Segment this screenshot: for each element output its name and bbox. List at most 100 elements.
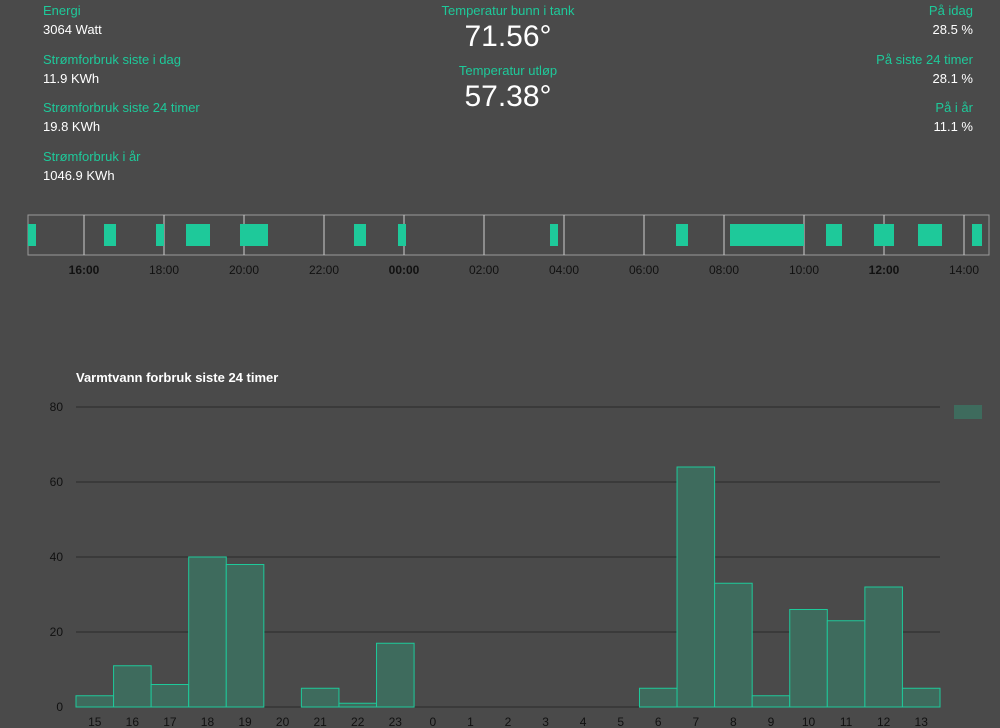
stat-label: På siste 24 timer (876, 51, 973, 67)
stat-value: 11.1 % (933, 119, 973, 134)
x-tick-label: 20 (276, 715, 290, 728)
x-tick-label: 9 (768, 715, 775, 728)
x-tick-label: 10 (802, 715, 816, 728)
stat-value: 11.9 KWh (43, 70, 100, 86)
x-tick-label: 21 (313, 715, 327, 728)
timeline-tick-label: 14:00 (949, 263, 979, 277)
heater-on-period (874, 224, 894, 246)
bar-15 (75, 695, 115, 708)
bar-18 (188, 556, 227, 708)
stat-value: 1046.9 KWh (43, 167, 115, 183)
stat-value: 71.56° (464, 20, 552, 53)
timeline-track (27, 214, 990, 256)
bar-6 (638, 687, 678, 708)
x-tick-label: 18 (201, 715, 215, 728)
timeline-tick-label: 04:00 (549, 263, 579, 277)
heater-on-period (186, 224, 210, 246)
heater-on-period (826, 224, 842, 246)
timeline-tick-label: 06:00 (629, 263, 659, 277)
x-tick-label: 13 (915, 715, 929, 728)
bar-10 (789, 609, 828, 708)
legend-swatch (954, 405, 982, 419)
stat-value: 19.8 KWh (43, 119, 101, 134)
stat-value: 57.38° (464, 80, 552, 113)
hot-water-chart: Varmtvann forbruk siste 24 timer02040608… (50, 370, 982, 728)
heater-on-period (240, 224, 268, 246)
heater-on-period (918, 224, 942, 246)
timeline-tick-label: 18:00 (149, 263, 179, 277)
timeline-tick-label: 22:00 (309, 263, 339, 277)
timeline-tick-label: 20:00 (229, 263, 259, 277)
heater-on-period (354, 224, 366, 246)
stat-label: Strømforbruk siste i dag (43, 51, 181, 67)
x-tick-label: 5 (617, 715, 624, 728)
timeline-tick-label: 08:00 (709, 263, 739, 277)
stat-label: Energi (43, 3, 81, 18)
stat-label: Temperatur utløp (458, 63, 558, 78)
x-tick-label: 16 (126, 715, 140, 728)
y-tick-label: 60 (50, 475, 64, 489)
x-tick-label: 8 (730, 715, 737, 728)
chart-title: Varmtvann forbruk siste 24 timer (76, 370, 278, 385)
timeline-tick-label: 16:00 (69, 263, 100, 277)
x-tick-label: 22 (351, 715, 365, 728)
stat-left-1: Strømforbruk siste i dag 11.9 KWh (43, 52, 181, 86)
stat-right-0: På idag 28.5 % (929, 3, 973, 37)
timeline-tick-label: 10:00 (789, 263, 819, 277)
heater-on-period (104, 224, 116, 246)
heater-on-period (972, 224, 982, 246)
x-tick-label: 7 (692, 715, 699, 728)
x-tick-label: 11 (840, 715, 853, 728)
bar-22 (338, 702, 378, 708)
x-tick-label: 6 (655, 715, 662, 728)
stat-left-2: Strømforbruk siste 24 timer 19.8 KWh (43, 100, 200, 134)
x-tick-label: 15 (88, 715, 102, 728)
x-tick-label: 1 (467, 715, 474, 728)
heater-on-period (768, 224, 804, 246)
x-tick-label: 17 (163, 715, 177, 728)
bar-8 (714, 582, 753, 708)
stat-left-3: Strømforbruk i år 1046.9 KWh (43, 149, 141, 183)
bar-12 (864, 586, 903, 708)
x-tick-label: 12 (877, 715, 891, 728)
bar-23 (376, 642, 415, 708)
timeline-tick-label: 00:00 (389, 263, 420, 277)
heater-on-period (550, 224, 558, 246)
heater-on-period (398, 224, 406, 246)
heater-timeline: 16:00 18:00 20:00 22:00 00:00 02:00 04:00 06:00… (27, 214, 990, 277)
heater-on-period (676, 224, 688, 246)
stat-center-0: Temperatur bunn i tank 71.56° (360, 3, 656, 54)
x-tick-label: 0 (430, 715, 437, 728)
x-tick-label: 4 (580, 715, 587, 728)
bar-11 (826, 620, 866, 708)
timeline-tick-label: 02:00 (469, 263, 499, 277)
x-tick-label: 3 (542, 715, 549, 728)
y-tick-label: 20 (50, 625, 64, 639)
bar-16 (113, 665, 152, 708)
stat-right-2: På i år 11.1 % (933, 100, 973, 134)
bar-19 (225, 564, 265, 708)
y-tick-label: 40 (50, 550, 64, 564)
heater-on-period (156, 224, 164, 246)
stat-label: Temperatur bunn i tank (441, 3, 575, 18)
stat-center-1: Temperatur utløp 57.38° (360, 63, 656, 114)
heater-on-period (28, 224, 36, 246)
stat-value: 3064 Watt (43, 22, 102, 37)
stat-value: 28.1 % (932, 70, 973, 86)
bar-17 (150, 684, 190, 708)
bar-13 (901, 687, 941, 708)
timeline-tick-label: 12:00 (869, 263, 900, 277)
x-tick-label: 23 (389, 715, 403, 728)
stat-label: Strømforbruk i år (43, 148, 141, 164)
heater-on-period (730, 224, 768, 246)
stat-left-0: Energi 3064 Watt (43, 3, 102, 37)
y-tick-label: 80 (50, 400, 64, 414)
stat-right-1: På siste 24 timer 28.1 % (876, 52, 973, 86)
bar-9 (751, 695, 791, 708)
y-tick-label: 0 (56, 700, 63, 714)
stat-label: På i år (935, 100, 973, 115)
x-tick-label: 19 (238, 715, 252, 728)
bar-21 (300, 687, 340, 708)
stat-label: Strømforbruk siste 24 timer (43, 100, 200, 115)
bar-7 (676, 466, 716, 708)
